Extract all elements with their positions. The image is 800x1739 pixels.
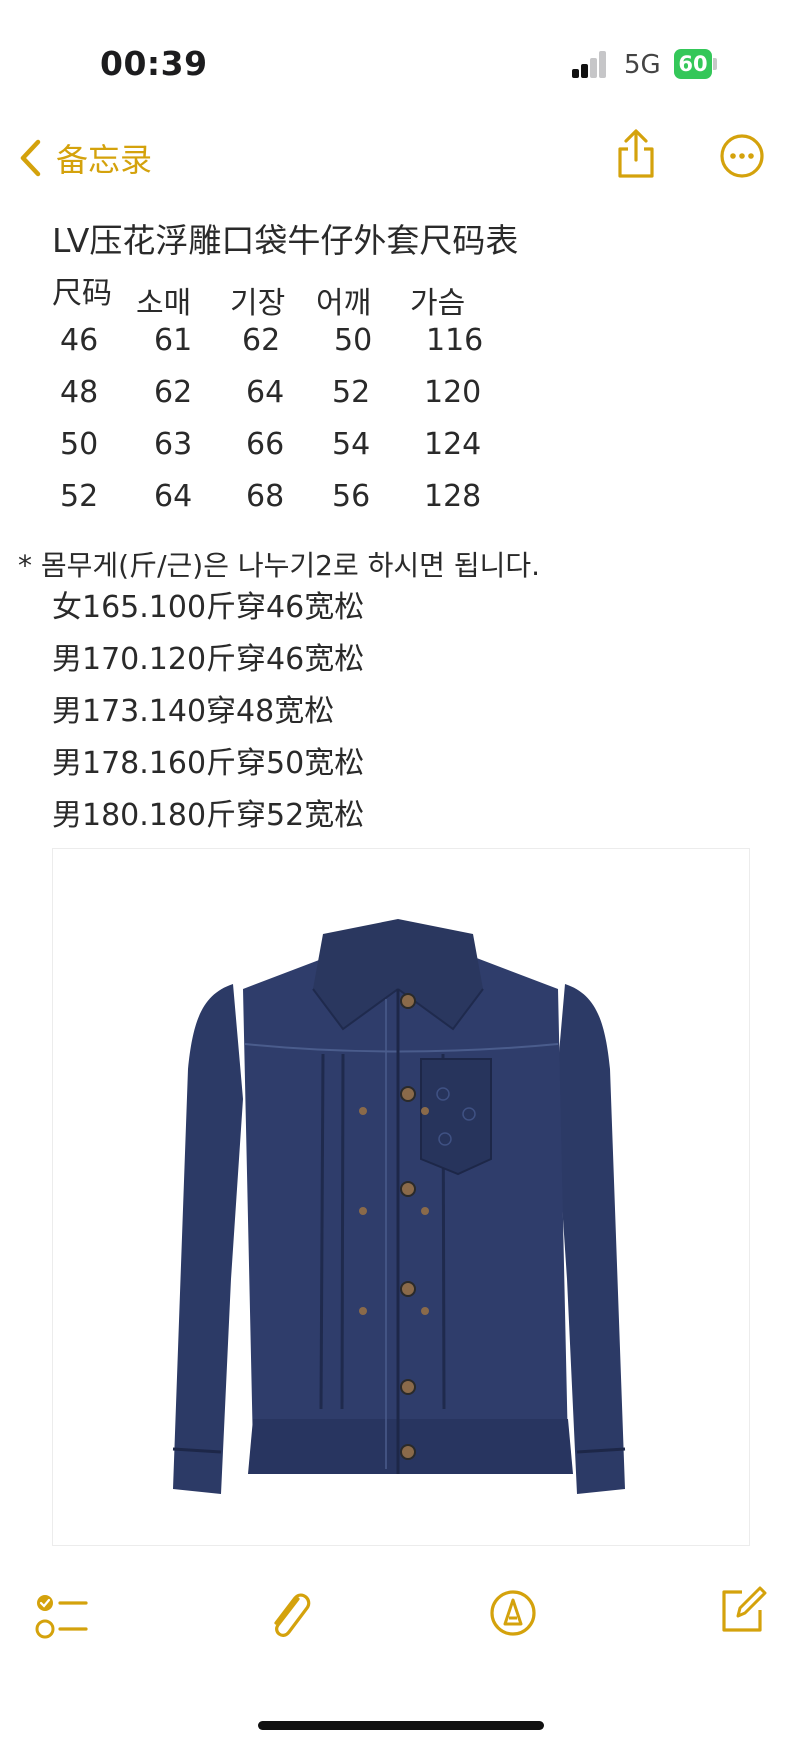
table-cell: 128 [424,479,482,514]
table-cell: 120 [424,375,482,410]
list-item: 女165.100斤穿46宽松 [52,590,365,625]
weight-note: * 몸무게(斤/근)은 나누기2로 하시면 됩니다. [18,549,540,582]
markup-pen-icon[interactable] [488,1588,538,1638]
table-cell: 66 [246,427,285,462]
list-item: 男180.180斤穿52宽松 [52,798,365,833]
header-shoulder: 어깨 [316,286,372,321]
note-title: LV压花浮雕口袋牛仔外套尺码表 [52,221,519,260]
table-cell: 64 [246,375,285,410]
header-sleeve: 소매 [136,286,192,321]
battery-tip [713,58,717,70]
compose-icon[interactable] [718,1584,768,1636]
table-cell: 54 [332,427,371,462]
status-time: 00:39 [100,44,208,83]
header-length: 기장 [230,286,286,321]
table-cell: 68 [246,479,285,514]
battery-level: 60 [678,52,708,76]
table-cell: 52 [332,375,371,410]
denim-jacket-image [172,919,626,1494]
back-button[interactable]: 备忘录 [18,135,152,181]
list-item: 男173.140穿48宽松 [52,694,335,729]
table-cell: 56 [332,479,371,514]
list-item: 男178.160斤穿50宽松 [52,746,365,781]
battery-icon: 60 [674,49,712,79]
share-icon[interactable] [614,128,658,180]
table-cell: 50 [334,323,373,358]
table-cell: 50 [60,427,99,462]
table-cell: 62 [242,323,281,358]
paperclip-icon[interactable] [264,1585,314,1645]
table-cell: 62 [154,375,193,410]
table-cell: 116 [426,323,484,358]
network-type: 5G [624,50,661,80]
table-cell: 46 [60,323,99,358]
checklist-icon[interactable] [34,1592,90,1642]
list-item: 男170.120斤穿46宽松 [52,642,365,677]
table-cell: 124 [424,427,482,462]
chevron-left-icon [20,139,41,177]
cellular-signal-icon [572,50,608,78]
table-cell: 52 [60,479,99,514]
home-indicator[interactable] [258,1721,544,1730]
table-cell: 63 [154,427,193,462]
header-size: 尺码 [52,276,112,311]
header-chest: 가슴 [410,286,466,321]
more-icon[interactable] [719,133,765,179]
product-photo[interactable] [52,848,750,1546]
table-cell: 48 [60,375,99,410]
table-cell: 61 [154,323,193,358]
back-label: 备忘录 [56,141,153,179]
table-cell: 64 [154,479,193,514]
